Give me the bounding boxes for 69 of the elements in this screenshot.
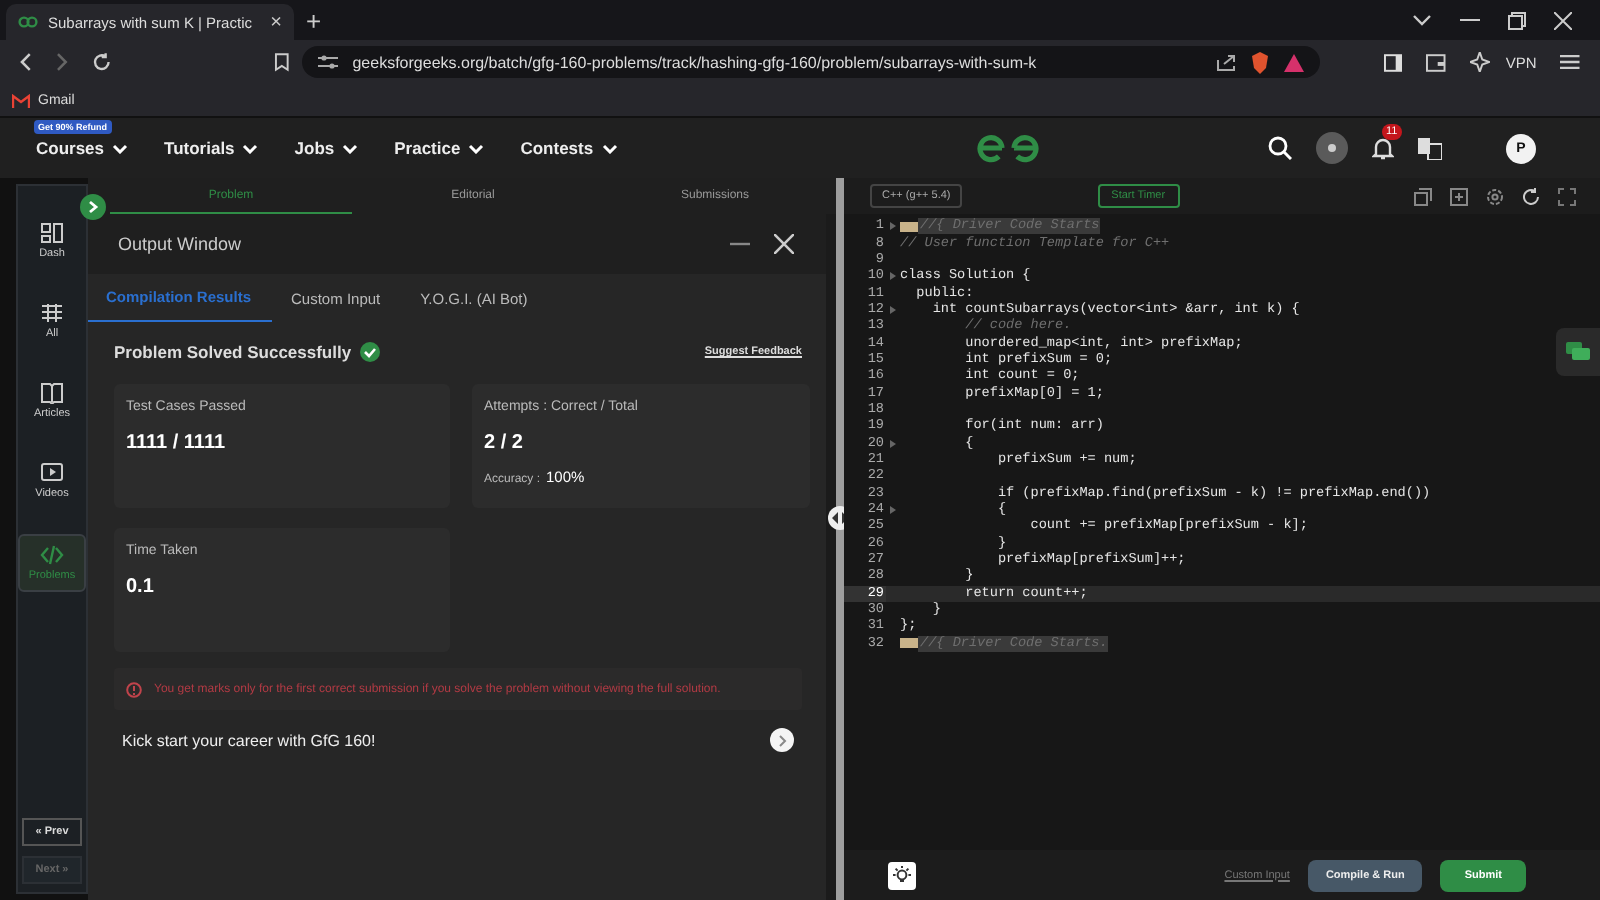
close-icon[interactable]	[774, 234, 794, 254]
status-message: Problem Solved Successfully	[114, 342, 352, 362]
check-circle-icon	[359, 342, 380, 362]
site-settings-icon[interactable]	[318, 54, 339, 70]
theme-toggle-button[interactable]	[1316, 132, 1348, 164]
chat-button[interactable]	[1556, 328, 1600, 376]
sidebar-icon[interactable]	[1383, 53, 1403, 71]
chevron-right-icon	[87, 200, 99, 214]
wallet-icon[interactable]	[1426, 53, 1447, 71]
share-icon[interactable]	[1215, 53, 1236, 71]
mail-icon	[12, 93, 30, 107]
promo-text: Kick start your career with GfG 160!	[122, 731, 376, 750]
fold-arrow-icon[interactable]	[889, 222, 895, 231]
chevron-right-icon	[777, 733, 787, 748]
card-value: 1111 / 1111	[126, 432, 228, 454]
close-icon[interactable]	[1554, 11, 1572, 29]
copy-icon[interactable]	[1414, 187, 1432, 205]
reset-icon[interactable]	[1522, 187, 1540, 205]
nav-menu[interactable]: Jobs	[294, 138, 359, 158]
triangle-icon[interactable]	[1283, 53, 1304, 71]
chevron-down-icon	[342, 143, 359, 153]
new-tab-button[interactable]: +	[306, 5, 322, 35]
book-icon	[40, 382, 64, 404]
minimize-icon[interactable]	[1460, 18, 1480, 22]
file-plus-icon[interactable]	[1450, 187, 1468, 205]
chevron-down-icon	[112, 143, 129, 153]
back-icon[interactable]	[20, 52, 32, 72]
dashboard-icon	[40, 222, 64, 244]
restore-icon[interactable]	[1508, 11, 1526, 29]
fold-arrow-icon[interactable]	[889, 272, 895, 281]
chevron-down-icon	[242, 143, 259, 153]
close-tab-button[interactable]: ×	[270, 11, 282, 33]
bell-icon[interactable]	[1372, 136, 1394, 160]
folded-marker[interactable]	[900, 638, 918, 649]
grid-icon	[40, 302, 64, 324]
gfg-logo-icon	[18, 16, 38, 28]
url-text: geeksforgeeks.org/batch/gfg-160-problems/track/hashing-gfg-160/problem/subarrays-with-sum-k	[352, 53, 1037, 71]
card-value: 2 / 2	[484, 432, 525, 454]
hint-button[interactable]	[888, 861, 916, 889]
fold-arrow-icon[interactable]	[889, 305, 895, 314]
address-bar[interactable]: geeksforgeeks.org/batch/gfg-160-problems/track/hashing-gfg-160/problem/subarrays-with-sum-k	[302, 46, 1320, 78]
fullscreen-icon[interactable]	[1558, 187, 1576, 205]
info-icon	[126, 682, 142, 698]
fold-arrow-icon[interactable]	[889, 506, 895, 515]
code-icon	[40, 544, 64, 566]
search-icon[interactable]	[1268, 136, 1292, 160]
fold-arrow-icon[interactable]	[889, 439, 895, 448]
menu-icon[interactable]	[1560, 54, 1580, 70]
card-value: 0.1	[126, 576, 156, 598]
reload-icon[interactable]	[91, 52, 111, 72]
bookmark-icon[interactable]	[274, 52, 291, 72]
nav-menu[interactable]: Practice	[394, 138, 485, 158]
lightbulb-icon	[892, 865, 912, 885]
next-button[interactable]	[770, 728, 794, 753]
window-title: Output Window	[118, 234, 242, 254]
arrows-icon	[832, 512, 848, 524]
settings-icon[interactable]	[1486, 187, 1504, 205]
chevron-down-icon	[468, 143, 485, 153]
translate-icon[interactable]	[1418, 137, 1442, 159]
chevron-down-icon	[601, 143, 618, 153]
nav-menu[interactable]: Contests	[520, 138, 618, 158]
folded-marker[interactable]	[900, 221, 918, 232]
chat-icon	[1566, 341, 1590, 363]
forward-icon[interactable]	[55, 52, 68, 72]
gfg-logo-icon[interactable]	[976, 132, 1041, 164]
chevron-down-icon[interactable]	[1412, 14, 1432, 26]
video-icon	[40, 462, 64, 484]
sparkle-icon[interactable]	[1470, 52, 1490, 72]
nav-menu[interactable]: Tutorials	[164, 138, 259, 158]
